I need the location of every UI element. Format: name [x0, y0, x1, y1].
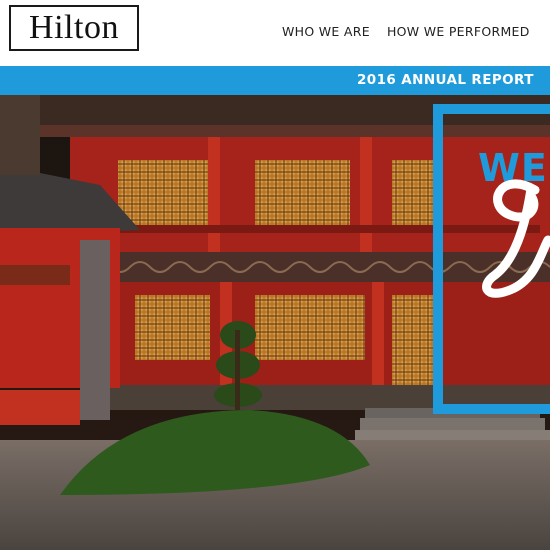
- annual-report-banner: 2016 ANNUAL REPORT: [0, 66, 550, 95]
- hero-image: WE: [0, 95, 550, 550]
- hilton-logo[interactable]: Hilton: [9, 5, 139, 51]
- nav-how-we-performed[interactable]: HOW WE PERFORMED: [387, 24, 530, 39]
- site-header: Hilton WHO WE ARE HOW WE PERFORMED: [0, 0, 550, 66]
- nav-who-we-are[interactable]: WHO WE ARE: [282, 24, 370, 39]
- script-lettering: [482, 179, 550, 298]
- main-nav: WHO WE ARE HOW WE PERFORMED: [282, 24, 530, 39]
- banner-title: 2016 ANNUAL REPORT: [357, 72, 534, 88]
